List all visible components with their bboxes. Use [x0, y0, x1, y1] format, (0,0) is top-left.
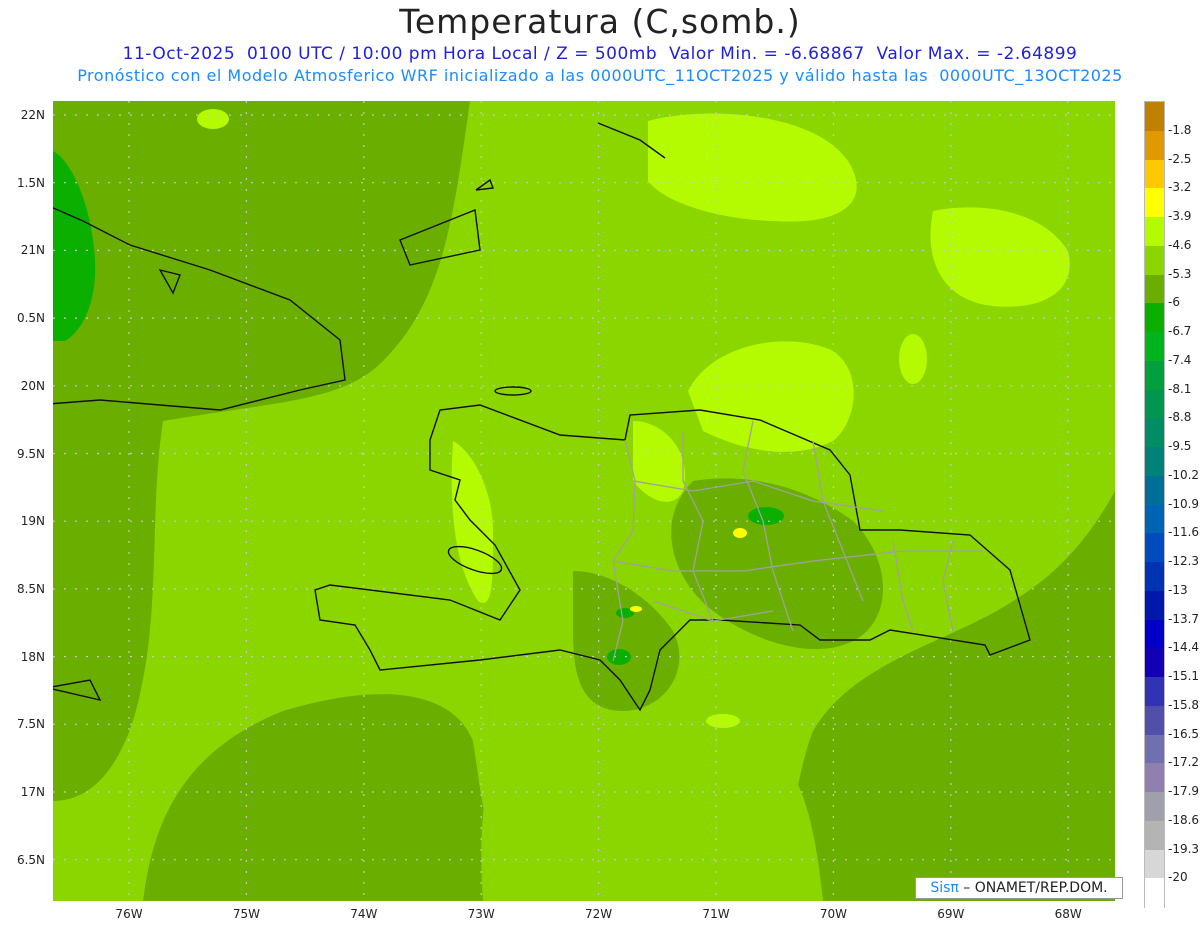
field-lime-spot [899, 334, 927, 384]
colorbar-label: -17.2 [1168, 755, 1200, 770]
colorbar-swatch [1145, 188, 1164, 218]
colorbar-swatch [1145, 849, 1164, 879]
lon-tick-label: 70W [819, 907, 847, 921]
colorbar-label: -9.5 [1168, 439, 1192, 453]
colorbar-label: -8.1 [1168, 381, 1192, 396]
lat-tick-label: 19N [20, 514, 45, 529]
lon-tick-label: 68W [1054, 907, 1082, 921]
colorbar-swatch [1145, 619, 1164, 649]
temperature-map [53, 101, 1115, 901]
colorbar-swatch [1145, 734, 1164, 764]
lon-tick-label: 74W [350, 907, 378, 921]
colorbar-label: -8.8 [1168, 410, 1192, 425]
colorbar-label: -15.1 [1168, 669, 1200, 683]
colorbar-label: -1.8 [1168, 122, 1192, 137]
colorbar-label: -18.6 [1168, 812, 1200, 827]
lon-tick-label: 72W [585, 907, 613, 921]
colorbar-label: -4.6 [1168, 237, 1192, 252]
colorbar-label: -13.7 [1168, 611, 1200, 626]
colorbar-label: -16.5 [1168, 726, 1200, 741]
field-yellow-spot [630, 606, 642, 612]
colorbar-swatch [1145, 245, 1164, 275]
colorbar-swatch [1145, 303, 1164, 333]
colorbar-swatch [1145, 562, 1164, 592]
colorbar-swatch [1145, 648, 1164, 678]
colorbar-swatch [1145, 504, 1164, 534]
lat-tick-label: 8.5N [16, 581, 45, 596]
colorbar-swatch [1145, 418, 1164, 448]
colorbar-swatch [1145, 332, 1164, 362]
colorbar [1144, 101, 1165, 908]
lat-tick-label: 1.5N [16, 175, 45, 190]
lat-tick-label: 0.5N [16, 311, 45, 326]
lat-tick-label: 6.5N [16, 852, 45, 867]
logo-text: – ONAMET/REP.DOM. [958, 880, 1108, 896]
colorbar-label: -11.6 [1168, 525, 1200, 540]
colorbar-swatch [1145, 590, 1164, 620]
colorbar-label: -17.9 [1168, 784, 1200, 798]
colorbar-label: -15.8 [1168, 697, 1200, 712]
colorbar-label: -20 [1168, 870, 1188, 885]
map-subtitle-date: 11-Oct-2025 0100 UTC / 10:00 pm Hora Loc… [122, 44, 1078, 64]
field-lime-spot [197, 109, 229, 129]
colorbar-swatch [1145, 447, 1164, 477]
lon-tick-label: 76W [115, 907, 143, 921]
colorbar-swatch [1145, 102, 1164, 132]
map-subtitle-model: Pronóstico con el Modelo Atmosferico WRF… [77, 66, 1123, 85]
colorbar-label: -14.4 [1168, 640, 1200, 655]
colorbar-swatch [1145, 159, 1164, 189]
lon-tick-label: 75W [232, 907, 260, 921]
colorbar-label: -6.7 [1168, 324, 1192, 338]
colorbar-swatch [1145, 130, 1164, 160]
colorbar-swatch [1145, 389, 1164, 419]
colorbar-swatch [1145, 705, 1164, 735]
colorbar-swatch [1145, 274, 1164, 304]
lon-tick-label: 69W [937, 907, 965, 921]
lat-tick-label: 17N [20, 785, 45, 799]
field-green-spot [607, 649, 631, 665]
colorbar-swatch [1145, 677, 1164, 707]
lat-tick-label: 20N [20, 378, 45, 393]
colorbar-swatch [1145, 820, 1164, 850]
colorbar-label: -12.3 [1168, 554, 1200, 568]
lat-tick-label: 7.5N [16, 717, 45, 732]
lat-tick-label: 21N [20, 243, 45, 258]
colorbar-swatch [1145, 792, 1164, 822]
colorbar-label: -7.4 [1168, 352, 1192, 367]
colorbar-swatch [1145, 360, 1164, 390]
onamet-logo: Sisπ – ONAMET/REP.DOM. [915, 877, 1123, 899]
colorbar-label: -6 [1168, 295, 1180, 310]
colorbar-swatch [1145, 533, 1164, 563]
map-title: Temperatura (C,somb.) [399, 2, 801, 41]
lon-tick-label: 73W [467, 907, 495, 921]
colorbar-label: -10.9 [1168, 496, 1200, 511]
colorbar-swatch [1145, 763, 1164, 793]
colorbar-label: -5.3 [1168, 266, 1192, 281]
lat-tick-label: 22N [20, 108, 45, 122]
colorbar-label: -3.2 [1168, 180, 1192, 195]
colorbar-swatch [1145, 217, 1164, 247]
lat-tick-label: 18N [20, 649, 45, 664]
field-yellow-spot [733, 528, 747, 538]
colorbar-label: -19.3 [1168, 841, 1200, 856]
lon-tick-label: 71W [702, 907, 730, 921]
colorbar-label: -2.5 [1168, 151, 1192, 166]
colorbar-label: -13 [1168, 582, 1188, 597]
colorbar-swatch [1145, 878, 1164, 908]
field-green-spot [748, 507, 784, 525]
lat-tick-label: 9.5N [16, 446, 45, 461]
logo-brand: Sisπ [930, 880, 959, 896]
colorbar-label: -10.2 [1168, 467, 1200, 482]
field-lime-spot [706, 714, 740, 728]
colorbar-label: -3.9 [1168, 209, 1192, 223]
colorbar-swatch [1145, 475, 1164, 505]
